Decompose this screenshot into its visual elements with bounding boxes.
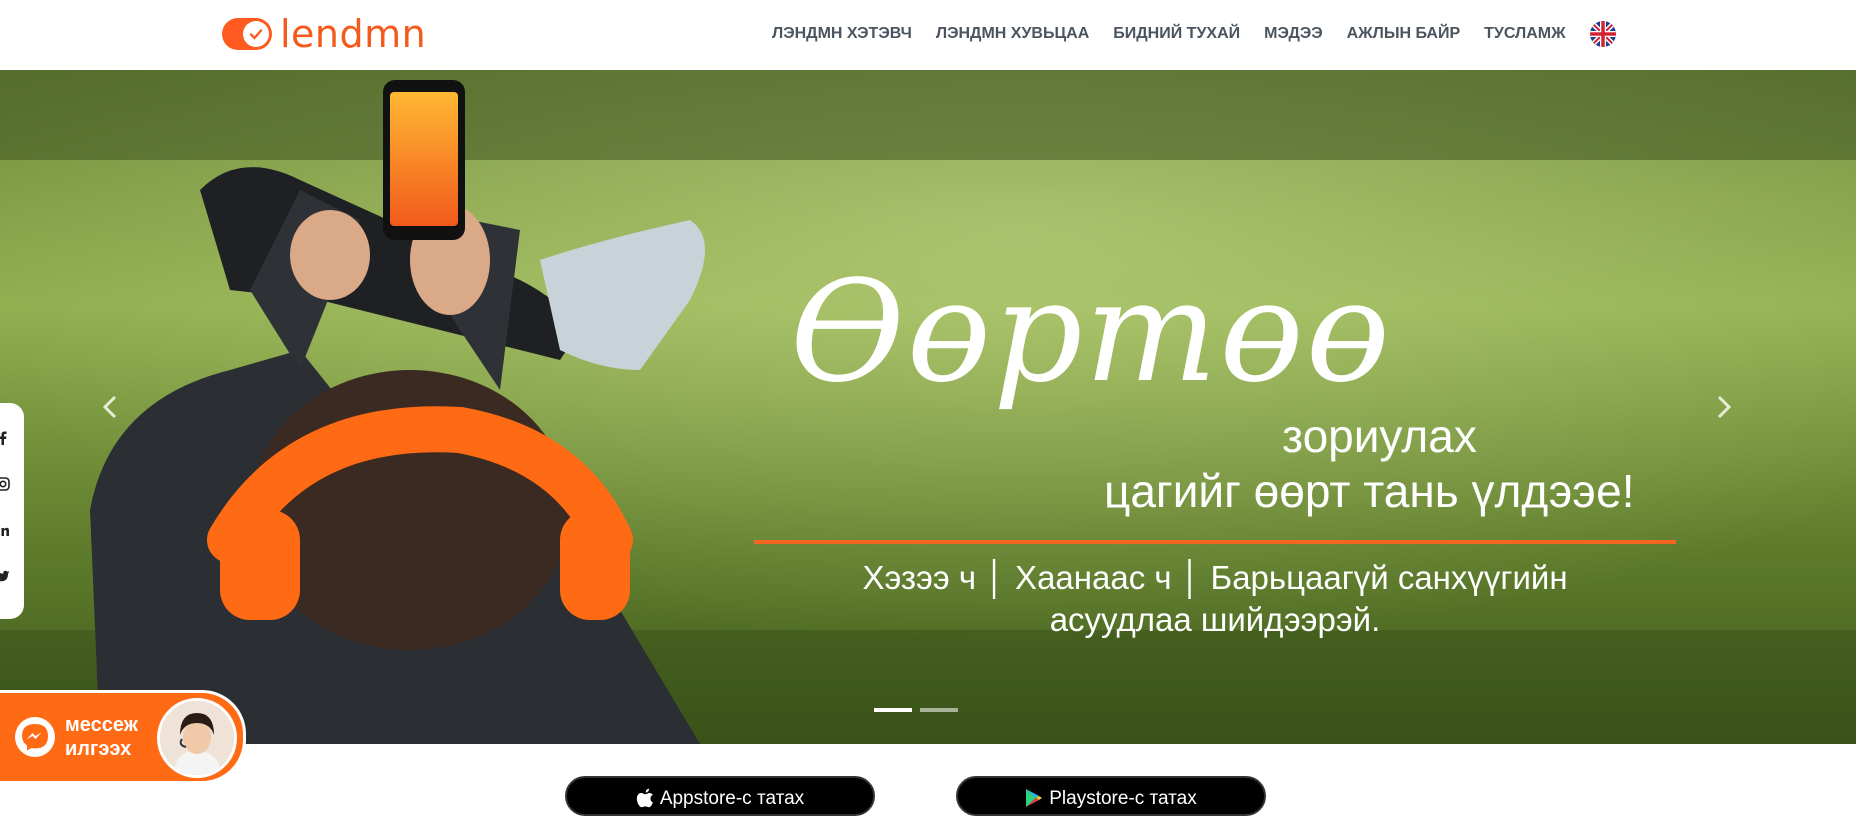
hero-carousel: Өөртөө зориулах цагийг өөрт тань үлдээе!…	[0, 70, 1856, 744]
carousel-next-button[interactable]	[1708, 392, 1738, 422]
logo-toggle-icon	[222, 18, 272, 50]
main-nav: ЛЭНДМН ХЭТЭВЧ ЛЭНДМН ХУВЬЦАА БИДНИЙ ТУХА…	[772, 0, 1616, 68]
carousel-indicator-2[interactable]	[920, 708, 958, 712]
chevron-left-icon	[102, 395, 117, 419]
nav-item-shares[interactable]: ЛЭНДМН ХУВЬЦАА	[936, 25, 1089, 43]
nav-item-wallet[interactable]: ЛЭНДМН ХЭТЭВЧ	[772, 25, 912, 43]
messenger-label-line-1: мессеж	[65, 714, 138, 736]
hero-line-2: цагийг өөрт тань үлдээе!	[1104, 465, 1635, 517]
nav-item-careers[interactable]: АЖЛЫН БАЙР	[1347, 25, 1461, 43]
nav-item-help[interactable]: ТУСЛАМЖ	[1484, 25, 1565, 43]
apple-icon	[636, 788, 653, 808]
hero-subtitle-1: Хэзээ ч │ Хаанаас ч │ Барьцаагүй санхүүг…	[862, 559, 1568, 596]
social-sidebar	[0, 403, 24, 619]
chevron-right-icon	[1717, 395, 1732, 419]
appstore-label: Appstore-с татах	[659, 788, 805, 809]
brand-logo[interactable]: lendmn	[222, 14, 426, 54]
playstore-label: Playstore-с татах	[1049, 788, 1197, 809]
messenger-icon	[15, 717, 55, 757]
messenger-chat-widget[interactable]: мессеж илгээх	[0, 690, 246, 784]
playstore-download-button[interactable]: Playstore-с татах	[956, 776, 1266, 816]
carousel-prev-button[interactable]	[96, 392, 126, 422]
messenger-label: мессеж илгээх	[65, 713, 138, 761]
hero-line-1: зориулах	[1282, 410, 1477, 462]
instagram-icon[interactable]	[0, 477, 10, 491]
support-agent-avatar	[157, 698, 237, 778]
messenger-label-line-2: илгээх	[65, 738, 132, 760]
carousel-indicators	[874, 708, 966, 712]
linkedin-icon[interactable]	[0, 523, 10, 537]
twitter-icon[interactable]	[0, 569, 10, 583]
appstore-download-button[interactable]: Appstore-с татах	[565, 776, 875, 816]
hero-script-word: Өөртөө	[790, 251, 1393, 414]
hero-subtitle-2: асуудлаа шийдээрэй.	[1049, 601, 1381, 638]
uk-flag-icon[interactable]	[1589, 21, 1616, 47]
brand-name: lendmn	[280, 12, 427, 56]
site-header: lendmn ЛЭНДМН ХЭТЭВЧ ЛЭНДМН ХУВЬЦАА БИДН…	[0, 0, 1856, 70]
facebook-icon[interactable]	[0, 431, 10, 445]
hero-divider	[754, 540, 1676, 544]
google-play-icon	[1026, 789, 1043, 807]
carousel-indicator-1[interactable]	[874, 708, 912, 712]
nav-item-news[interactable]: МЭДЭЭ	[1264, 25, 1322, 43]
nav-item-about[interactable]: БИДНИЙ ТУХАЙ	[1113, 25, 1240, 43]
